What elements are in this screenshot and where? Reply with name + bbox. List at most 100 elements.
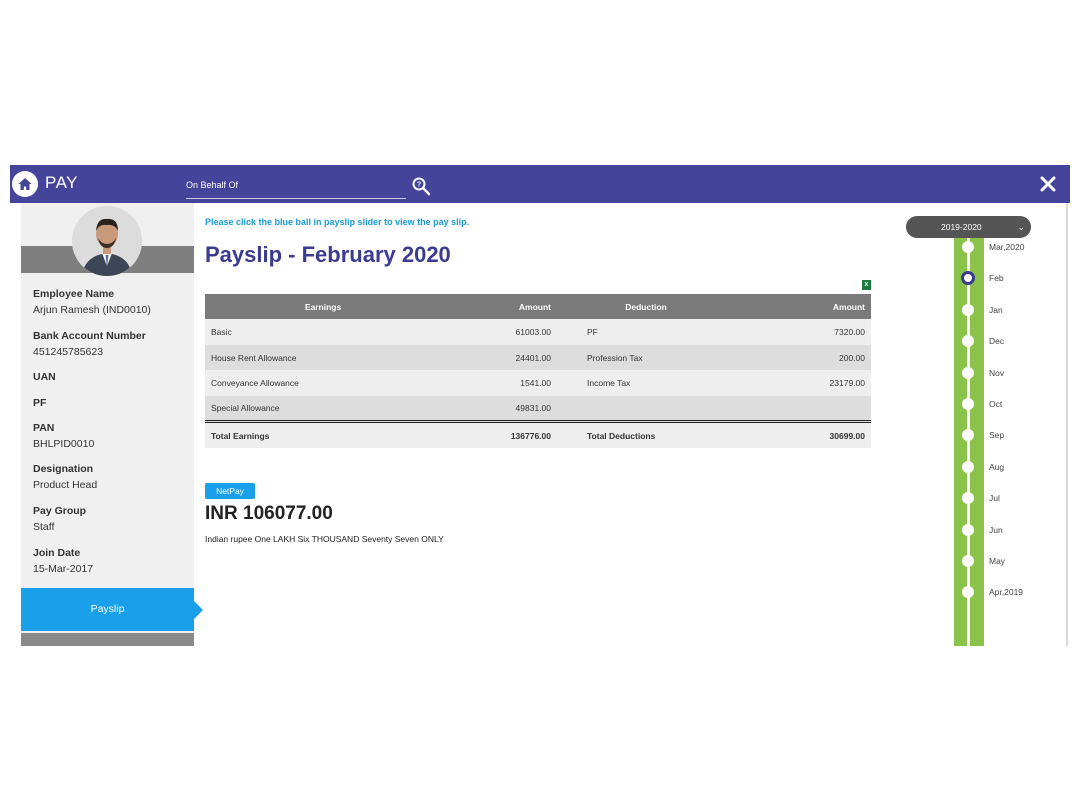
- deduction-amount: 23179.00: [735, 370, 871, 397]
- field-bank-account: Bank Account Number 451245785623: [33, 330, 146, 358]
- excel-export-icon[interactable]: x: [862, 280, 871, 290]
- column-header: Amount: [735, 294, 871, 319]
- field-value: Product Head: [33, 479, 98, 491]
- close-icon: [1040, 176, 1056, 192]
- field-employee-name: Employee Name Arjun Ramesh (IND0010): [33, 288, 151, 316]
- payslip-slider-line: [967, 238, 970, 646]
- field-designation: Designation Product Head: [33, 463, 97, 491]
- year-dropdown-value: 2019-2020: [941, 222, 982, 232]
- field-label: Employee Name: [33, 288, 115, 300]
- close-button[interactable]: [1038, 174, 1058, 194]
- column-header: Earnings: [205, 294, 435, 319]
- slider-month-label: Apr,2019: [989, 587, 1024, 598]
- field-pf: PF: [33, 397, 46, 413]
- field-value: BHLPID0010: [33, 438, 95, 450]
- on-behalf-field: [186, 173, 406, 199]
- slider-month-label: May: [989, 556, 1006, 566]
- slider-month-label: Sep: [989, 430, 1005, 441]
- field-label: Designation: [33, 463, 94, 475]
- slider-month-label: Mar,2020: [989, 242, 1025, 252]
- total-earnings-amount: 136776.00: [435, 420, 557, 448]
- table-row: Basic 61003.00 PF 7320.00: [205, 319, 871, 345]
- deduction-name: Profession Tax: [557, 344, 735, 371]
- earning-name: House Rent Allowance: [205, 344, 435, 371]
- slider-month-ball[interactable]: [962, 523, 974, 536]
- earning-amount: 49831.00: [435, 396, 557, 422]
- field-value: Arjun Ramesh (IND0010): [33, 304, 151, 316]
- chevron-down-icon: ⌄: [1017, 222, 1025, 232]
- earning-amount: 24401.00: [435, 344, 557, 371]
- deduction-amount: 7320.00: [735, 319, 871, 345]
- deduction-amount: 200.00: [735, 344, 871, 371]
- top-bar: PAY ?: [10, 165, 1070, 203]
- app-title: PAY: [45, 173, 78, 192]
- profile-footer-band: [21, 633, 194, 646]
- slider-month-label: Dec: [989, 336, 1005, 347]
- field-join-date: Join Date 15-Mar-2017: [33, 547, 93, 575]
- netpay-in-words: Indian rupee One LAKH Six THOUSAND Seven…: [205, 534, 444, 544]
- table-row: House Rent Allowance 24401.00 Profession…: [205, 344, 871, 371]
- earning-amount: 1541.00: [435, 370, 557, 397]
- field-label: Bank Account Number: [33, 330, 146, 342]
- field-value: 15-Mar-2017: [33, 563, 94, 575]
- instruction-hint: Please click the blue ball in payslip sl…: [205, 217, 470, 227]
- earning-name: Basic: [205, 319, 435, 345]
- svg-text:?: ?: [417, 182, 421, 189]
- tab-payslip[interactable]: Payslip: [21, 588, 194, 631]
- active-tab-pointer: [194, 601, 203, 619]
- avatar: [72, 206, 142, 276]
- table-header-row: Earnings Amount Deduction Amount: [205, 294, 871, 319]
- profile-panel: Employee Name Arjun Ramesh (IND0010) Ban…: [21, 203, 194, 646]
- slider-month-ball[interactable]: [962, 303, 974, 316]
- slider-month-label: Jan: [989, 304, 1003, 315]
- payroll-app: PAY ?: [10, 165, 1070, 646]
- home-icon: [18, 178, 32, 190]
- table-row: Special Allowance 49831.00: [205, 396, 871, 422]
- deduction-amount: [735, 396, 871, 422]
- field-uan: UAN: [33, 371, 56, 387]
- avatar-photo: [72, 206, 142, 276]
- scrollbar-track[interactable]: [1066, 203, 1068, 646]
- payslip-table: Earnings Amount Deduction Amount Basic 6…: [205, 294, 871, 448]
- column-header: Deduction: [557, 294, 735, 319]
- field-label: Join Date: [33, 547, 81, 559]
- search-button[interactable]: ?: [411, 176, 431, 196]
- total-deductions-label: Total Deductions: [557, 420, 735, 448]
- deduction-name: PF: [557, 319, 735, 345]
- page-title: Payslip - February 2020: [205, 242, 451, 267]
- slider-month-label: Feb: [989, 273, 1004, 284]
- field-value: Staff: [33, 521, 55, 533]
- home-button[interactable]: [12, 171, 38, 197]
- field-label: PAN: [33, 422, 55, 434]
- field-label: UAN: [33, 371, 56, 383]
- earning-name: Special Allowance: [205, 396, 435, 422]
- field-label: Pay Group: [33, 505, 87, 517]
- slider-month-ball[interactable]: [962, 398, 974, 410]
- slider-month-label: Aug: [989, 461, 1005, 472]
- total-earnings-label: Total Earnings: [205, 420, 435, 448]
- slider-month-label: Oct: [989, 399, 1003, 409]
- slider-month-label: Jun: [989, 524, 1003, 535]
- earning-name: Conveyance Allowance: [205, 370, 435, 397]
- slider-month-label: Jul: [989, 493, 1000, 504]
- slider-month-ball[interactable]: [962, 241, 974, 253]
- slider-month-ball[interactable]: [962, 460, 974, 473]
- year-dropdown[interactable]: 2019-2020 ⌄: [906, 216, 1031, 238]
- deduction-name: [557, 396, 735, 422]
- field-value: 451245785623: [33, 346, 104, 358]
- netpay-amount: INR 106077.00: [205, 503, 333, 524]
- total-deductions-amount: 30699.00: [735, 420, 871, 448]
- slider-month-label: Nov: [989, 367, 1005, 378]
- slider-month-ball[interactable]: [962, 366, 974, 379]
- totals-row: Total Earnings 136776.00 Total Deduction…: [205, 420, 871, 448]
- on-behalf-input[interactable]: [186, 173, 406, 197]
- search-icon: ?: [412, 177, 431, 196]
- field-pay-group: Pay Group Staff: [33, 505, 86, 533]
- column-header: Amount: [435, 294, 557, 319]
- slider-month-ball[interactable]: [962, 555, 974, 567]
- table-row: Conveyance Allowance 1541.00 Income Tax …: [205, 370, 871, 397]
- field-label: PF: [33, 397, 47, 409]
- deduction-name: Income Tax: [557, 370, 735, 397]
- field-pan: PAN BHLPID0010: [33, 422, 94, 450]
- earning-amount: 61003.00: [435, 319, 557, 345]
